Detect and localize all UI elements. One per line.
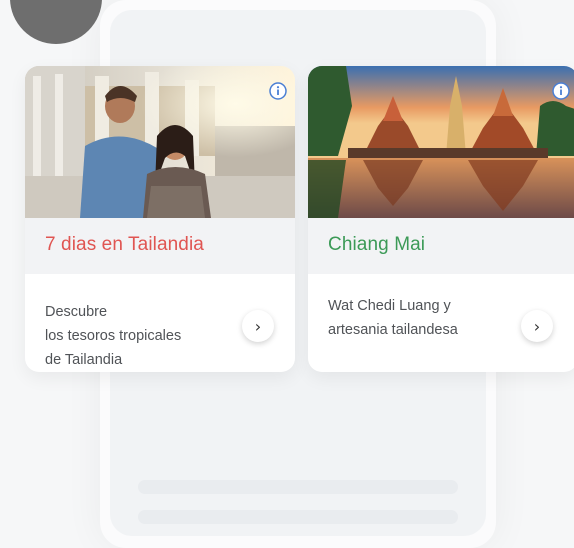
open-card-button[interactable]: › [521, 310, 553, 342]
chevron-right-icon: › [254, 316, 262, 336]
card-title: 7 dias en Tailandia [45, 234, 204, 255]
card-description: Descubre los tesoros tropicales de Taila… [45, 304, 182, 368]
avatar-partial [10, 0, 102, 44]
travelers-temple-image [25, 66, 295, 218]
info-icon[interactable] [552, 82, 570, 100]
destination-card-chiang-mai[interactable]: Chiang Mai Wat Chedi Luang y artesania t… [308, 66, 574, 372]
card-description: Wat Chedi Luang y artesania tailandesa [328, 298, 458, 338]
info-icon[interactable] [269, 82, 287, 100]
open-card-button[interactable]: › [242, 310, 274, 342]
destination-cards: 7 dias en Tailandia Descubre los tesoros… [25, 66, 574, 372]
chevron-right-icon: › [533, 316, 541, 336]
temple-sunset-image [308, 66, 574, 218]
card-body: Descubre los tesoros tropicales de Taila… [25, 274, 295, 372]
placeholder-line [138, 480, 458, 494]
placeholder-line [138, 510, 458, 524]
card-body: Wat Chedi Luang y artesania tailandesa › [308, 274, 574, 372]
destination-card-tailandia[interactable]: 7 dias en Tailandia Descubre los tesoros… [25, 66, 295, 372]
card-title: Chiang Mai [328, 234, 426, 255]
